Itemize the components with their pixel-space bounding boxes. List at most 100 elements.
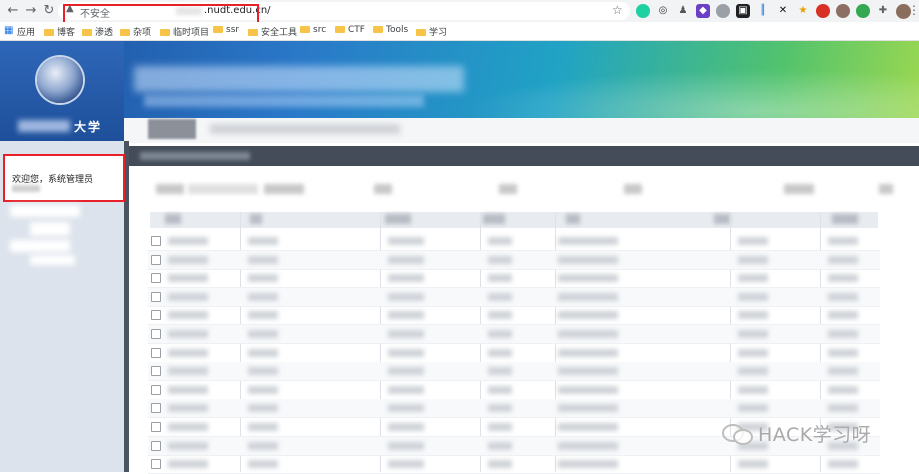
redacted-cell <box>738 367 768 376</box>
bookmark-star-icon[interactable]: ☆ <box>612 3 623 17</box>
browser-menu-icon[interactable]: ⋮ <box>908 3 919 17</box>
redacted-cell <box>828 348 858 357</box>
bookmark-label: 博客 <box>57 28 76 38</box>
redacted-cell <box>168 274 208 283</box>
extension-toggle-icon[interactable] <box>856 4 870 18</box>
row-checkbox[interactable] <box>151 459 161 470</box>
redacted-filter-input[interactable] <box>188 184 258 194</box>
redacted-column-header <box>165 214 181 224</box>
row-checkbox[interactable] <box>151 440 161 451</box>
redacted-cell <box>488 274 512 283</box>
redacted-cell <box>558 460 618 469</box>
extension-grey-icon[interactable] <box>716 4 730 18</box>
row-checkbox[interactable] <box>151 366 161 377</box>
redacted-system-title <box>134 66 464 92</box>
bookmark-folder-ssr[interactable]: ssr <box>213 25 239 35</box>
redacted-cell <box>168 237 208 245</box>
row-checkbox[interactable] <box>151 291 161 302</box>
extension-bars-icon[interactable]: ║ <box>756 4 770 18</box>
extension-glasses-icon[interactable]: ◎ <box>656 4 670 18</box>
redacted-cell <box>168 441 208 450</box>
redacted-filter-button[interactable] <box>784 184 814 194</box>
row-checkbox[interactable] <box>151 310 161 321</box>
redacted-cell <box>248 423 278 431</box>
redacted-cell <box>488 441 512 450</box>
extension-figure-icon[interactable]: ♟ <box>676 4 690 18</box>
extensions-puzzle-icon[interactable]: ✚ <box>876 4 890 18</box>
extension-green-icon[interactable] <box>636 4 650 18</box>
bookmark-folder-temp[interactable]: 临时项目 <box>160 25 209 38</box>
bookmark-folder-ctf[interactable]: CTF <box>335 25 365 35</box>
redacted-filter-label <box>624 184 642 194</box>
watermark-text: HACK学习呀 <box>758 423 872 446</box>
extension-x-icon[interactable]: ✕ <box>776 4 790 18</box>
redacted-menu-item[interactable] <box>10 240 70 252</box>
row-checkbox[interactable] <box>151 403 161 414</box>
redacted-cell <box>558 441 618 450</box>
extension-brown-icon[interactable] <box>836 4 850 18</box>
redacted-menu-item[interactable] <box>30 255 75 265</box>
row-checkbox[interactable] <box>151 273 161 284</box>
redacted-nav-tab[interactable] <box>148 119 196 139</box>
bookmark-folder-src[interactable]: src <box>300 25 326 35</box>
redacted-cell <box>558 311 618 320</box>
bookmark-folder-blog[interactable]: 博客 <box>44 25 75 38</box>
row-checkbox[interactable] <box>151 422 161 432</box>
folder-icon <box>44 29 54 36</box>
redacted-cell <box>248 274 278 283</box>
forward-arrow-icon[interactable]: → <box>22 2 40 20</box>
redacted-menu-item[interactable] <box>30 222 70 236</box>
bookmark-folder-tools[interactable]: Tools <box>373 25 408 35</box>
redacted-cell <box>488 385 512 394</box>
redacted-cell <box>168 348 208 357</box>
redacted-cell <box>248 404 278 413</box>
row-checkbox[interactable] <box>151 384 161 395</box>
extension-star-icon[interactable]: ★ <box>796 4 810 18</box>
extension-purple-icon[interactable]: ◆ <box>696 4 710 18</box>
redacted-cell <box>388 367 424 376</box>
redacted-cell <box>388 292 424 301</box>
bookmark-label: ssr <box>226 25 240 35</box>
back-arrow-icon[interactable]: ← <box>4 2 22 20</box>
bookmark-label: CTF <box>348 25 365 35</box>
bookmark-folder-misc[interactable]: 杂项 <box>120 25 151 38</box>
bookmark-folder-security-tools[interactable]: 安全工具 <box>248 25 297 38</box>
redacted-filter-label <box>156 184 184 194</box>
redacted-cell <box>248 460 278 469</box>
redacted-cell <box>828 311 858 320</box>
redacted-cell <box>828 274 858 283</box>
redacted-column-header <box>714 214 730 224</box>
row-checkbox[interactable] <box>151 347 161 358</box>
redacted-cell <box>168 423 208 431</box>
apps-grid-icon[interactable]: ▦ <box>4 25 13 36</box>
row-checkbox[interactable] <box>151 236 161 246</box>
row-checkbox[interactable] <box>151 254 161 265</box>
redacted-cell <box>488 237 512 245</box>
redacted-cell <box>558 404 618 413</box>
table-row <box>148 381 880 400</box>
redacted-system-subtitle <box>144 95 424 107</box>
redacted-column-header <box>566 214 580 224</box>
redacted-cell <box>488 348 512 357</box>
row-checkbox[interactable] <box>151 329 161 339</box>
redacted-cell <box>738 348 768 357</box>
reload-icon[interactable]: ↻ <box>40 2 58 20</box>
redacted-cell <box>248 237 278 245</box>
redacted-cell <box>248 255 278 264</box>
redacted-cell <box>248 441 278 450</box>
extension-h-icon[interactable]: ▣ <box>736 4 750 18</box>
bookmark-apps[interactable]: 应用 <box>17 25 35 38</box>
bookmark-label: src <box>313 25 327 35</box>
table-row <box>148 287 880 307</box>
redacted-cell <box>388 385 424 394</box>
redacted-filter-label <box>264 184 304 194</box>
redacted-nav-links[interactable] <box>210 124 400 134</box>
bookmark-folder-study[interactable]: 学习 <box>416 25 447 38</box>
redacted-cell <box>168 255 208 264</box>
redacted-menu-item[interactable] <box>10 205 80 217</box>
extension-red-icon[interactable] <box>816 4 830 18</box>
redacted-filter-button[interactable] <box>879 184 893 194</box>
redacted-cell <box>738 311 768 320</box>
welcome-message: 欢迎您，系统管理员 <box>12 175 94 185</box>
bookmark-folder-pentest[interactable]: 渗透 <box>82 25 113 38</box>
